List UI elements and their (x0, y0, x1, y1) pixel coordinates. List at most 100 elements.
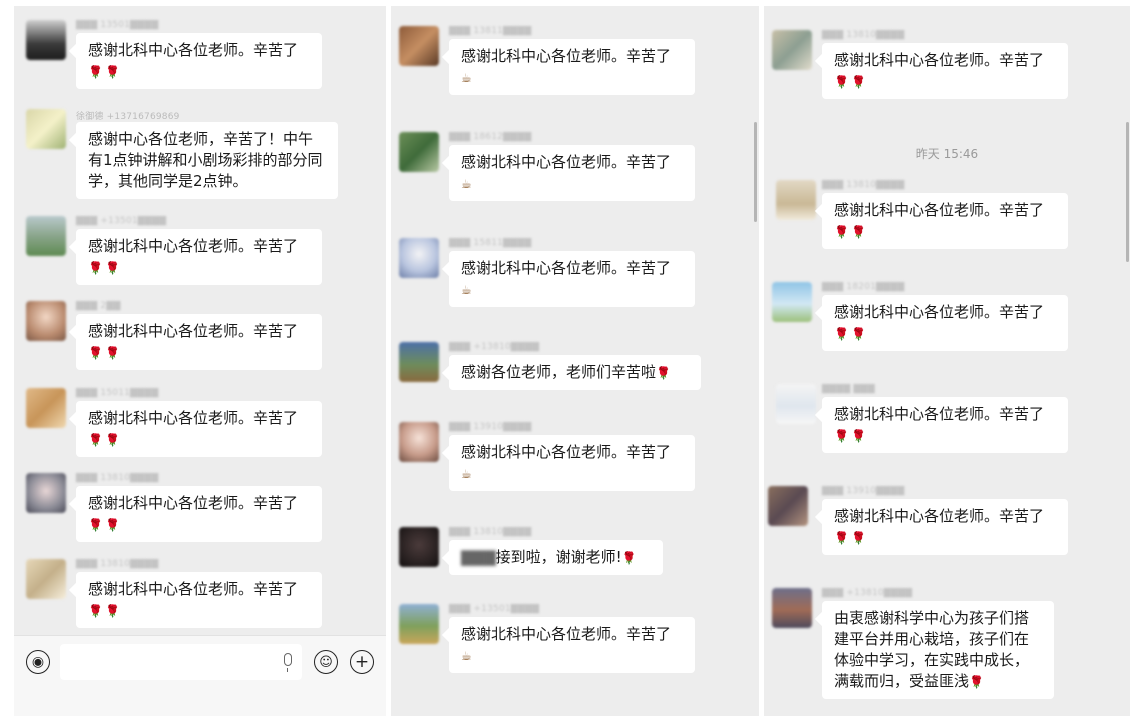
avatar[interactable] (399, 238, 439, 278)
message-bubble[interactable]: 感谢北科中心各位老师。辛苦了 🌹 🌹 (76, 572, 322, 628)
message-bubble[interactable]: 感谢北科中心各位老师。辛苦了 🌹 🌹 (76, 314, 322, 370)
avatar[interactable] (772, 588, 812, 628)
rose-emoji-icon: 🌹 (969, 675, 984, 689)
rose-emoji-icon: 🌹 (850, 429, 866, 443)
avatar[interactable] (26, 20, 66, 60)
message-bubble[interactable]: 感谢各位老师，老师们辛苦啦🌹 (449, 355, 701, 390)
message-text: 感谢北科中心各位老师。辛苦了 (88, 237, 299, 255)
message-text: 感谢北科中心各位老师。辛苦了 (834, 201, 1045, 219)
chat-input-bar: ◉ ☺ + (14, 635, 386, 716)
rose-emoji-icon: 🌹 (834, 429, 849, 443)
avatar[interactable] (776, 180, 816, 220)
redacted-name: ▇▇▇ (461, 548, 496, 566)
voice-icon[interactable]: ◉ (26, 650, 50, 674)
sender-name: ▇▇▇ +13810▇▇▇▇ (449, 342, 540, 352)
sender-name: ▇▇▇ 18201▇▇▇▇ (822, 282, 905, 292)
avatar[interactable] (26, 388, 66, 428)
message-bubble[interactable]: ▇▇▇接到啦，谢谢老师!🌹 (449, 540, 663, 575)
avatar[interactable] (768, 486, 808, 526)
message-bubble[interactable]: 感谢北科中心各位老师。辛苦了 🌹 🌹 (822, 397, 1068, 453)
avatar[interactable] (26, 301, 66, 341)
sender-name: ▇▇▇ 15811▇▇▇▇ (449, 238, 532, 248)
sender-name: ▇▇▇ 13810▇▇▇▇ (76, 559, 159, 569)
message-text: 接到啦，谢谢老师! (495, 548, 622, 566)
rose-emoji-icon: 🌹 (850, 225, 866, 239)
message-text: 感谢北科中心各位老师。辛苦了 (88, 494, 299, 512)
rose-emoji-icon: 🌹 (104, 433, 120, 447)
sender-name: ▇▇▇ 15011▇▇▇▇ (76, 388, 159, 398)
message-bubble[interactable]: 由衷感谢科学中心为孩子们搭建平台并用心栽培，孩子们在体验中学习，在实践中成长，满… (822, 601, 1054, 699)
message-text: 感谢北科中心各位老师。辛苦了 (88, 409, 299, 427)
rose-emoji-icon: 🌹 (104, 346, 120, 360)
message-bubble[interactable]: 感谢北科中心各位老师。辛苦了 🌹 🌹 (76, 33, 322, 89)
message-bubble[interactable]: 感谢北科中心各位老师。辛苦了 🌹 🌹 (76, 229, 322, 285)
coffee-emoji-icon: ☕ (461, 71, 472, 85)
avatar[interactable] (776, 384, 816, 424)
avatar[interactable] (399, 604, 439, 644)
sender-name: ▇▇▇ 13910▇▇▇▇ (449, 422, 532, 432)
avatar[interactable] (772, 282, 812, 322)
scrollbar[interactable] (754, 122, 757, 222)
scrollbar[interactable] (1126, 122, 1129, 262)
avatar[interactable] (399, 342, 439, 382)
rose-emoji-icon: 🌹 (850, 75, 866, 89)
avatar[interactable] (26, 559, 66, 599)
message-bubble[interactable]: 感谢北科中心各位老师。辛苦了 🌹 🌹 (822, 295, 1068, 351)
message-text: 感谢北科中心各位老师。辛苦了 (461, 153, 672, 171)
sender-name: ▇▇▇ 13810▇▇▇▇ (822, 180, 905, 190)
emoji-icon[interactable]: ☺ (314, 650, 338, 674)
sender-name: ▇▇▇ 18612▇▇▇▇ (449, 132, 532, 142)
message-text: 感谢各位老师，老师们辛苦啦 (461, 363, 657, 381)
avatar[interactable] (399, 422, 439, 462)
plus-icon[interactable]: + (350, 650, 374, 674)
message-text: 感谢北科中心各位老师。辛苦了 (88, 41, 299, 59)
rose-emoji-icon: 🌹 (834, 75, 849, 89)
rose-emoji-icon: 🌹 (88, 604, 103, 618)
microphone-icon[interactable] (284, 653, 292, 672)
avatar[interactable] (772, 30, 812, 70)
message-bubble[interactable]: 感谢中心各位老师，辛苦了！中午有1点钟讲解和小剧场彩排的部分同学，其他同学是2点… (76, 122, 338, 199)
rose-emoji-icon: 🌹 (88, 518, 103, 532)
message-bubble[interactable]: 感谢北科中心各位老师。辛苦了 🌹 🌹 (76, 486, 322, 542)
rose-emoji-icon: 🌹 (88, 346, 103, 360)
sender-name: ▇▇▇ 13810▇▇▇▇ (449, 527, 532, 537)
avatar[interactable] (399, 132, 439, 172)
avatar[interactable] (26, 473, 66, 513)
message-bubble[interactable]: 感谢北科中心各位老师。辛苦了 ☕ (449, 145, 695, 201)
coffee-emoji-icon: ☕ (461, 177, 472, 191)
message-bubble[interactable]: 感谢北科中心各位老师。辛苦了 🌹 🌹 (822, 43, 1068, 99)
message-bubble[interactable]: 感谢北科中心各位老师。辛苦了 ☕ (449, 39, 695, 95)
rose-emoji-icon: 🌹 (104, 261, 120, 275)
message-text: 感谢北科中心各位老师。辛苦了 (834, 51, 1045, 69)
message-bubble[interactable]: 感谢北科中心各位老师。辛苦了 ☕ (449, 251, 695, 307)
message-text: 感谢中心各位老师，辛苦了！中午有1点钟讲解和小剧场彩排的部分同学，其他同学是2点… (88, 130, 323, 190)
sender-name: ▇▇▇ 13810▇▇▇▇ (822, 30, 905, 40)
sender-name: ▇▇▇ 13810▇▇▇▇ (76, 473, 159, 483)
avatar[interactable] (26, 216, 66, 256)
rose-emoji-icon: 🌹 (104, 65, 120, 79)
avatar[interactable] (399, 26, 439, 66)
message-bubble[interactable]: 感谢北科中心各位老师。辛苦了 🌹 🌹 (822, 193, 1068, 249)
sender-name: ▇▇▇ +13501▇▇▇▇ (76, 216, 167, 226)
message-text: 感谢北科中心各位老师。辛苦了 (461, 443, 672, 461)
message-text: 感谢北科中心各位老师。辛苦了 (461, 259, 672, 277)
rose-emoji-icon: 🌹 (656, 366, 671, 380)
coffee-emoji-icon: ☕ (461, 649, 472, 663)
sender-name: ▇▇▇ +13501▇▇▇▇ (449, 604, 540, 614)
rose-emoji-icon: 🌹 (88, 261, 103, 275)
message-input[interactable] (60, 644, 302, 680)
rose-emoji-icon: 🌹 (834, 327, 849, 341)
avatar[interactable] (26, 109, 66, 149)
message-bubble[interactable]: 感谢北科中心各位老师。辛苦了 🌹 🌹 (822, 499, 1068, 555)
message-bubble[interactable]: 感谢北科中心各位老师。辛苦了 ☕ (449, 435, 695, 491)
avatar[interactable] (399, 527, 439, 567)
message-bubble[interactable]: 感谢北科中心各位老师。辛苦了 🌹 🌹 (76, 401, 322, 457)
sender-name: ▇▇▇ +13810▇▇▇▇ (822, 588, 913, 598)
message-text: 感谢北科中心各位老师。辛苦了 (834, 405, 1045, 423)
message-text: 由衷感谢科学中心为孩子们搭建平台并用心栽培，孩子们在体验中学习，在实践中成长，满… (834, 609, 1030, 690)
message-bubble[interactable]: 感谢北科中心各位老师。辛苦了 ☕ (449, 617, 695, 673)
rose-emoji-icon: 🌹 (104, 604, 120, 618)
sender-name: ▇▇▇ 13910▇▇▇▇ (822, 486, 905, 496)
coffee-emoji-icon: ☕ (461, 467, 472, 481)
message-text: 感谢北科中心各位老师。辛苦了 (461, 625, 672, 643)
